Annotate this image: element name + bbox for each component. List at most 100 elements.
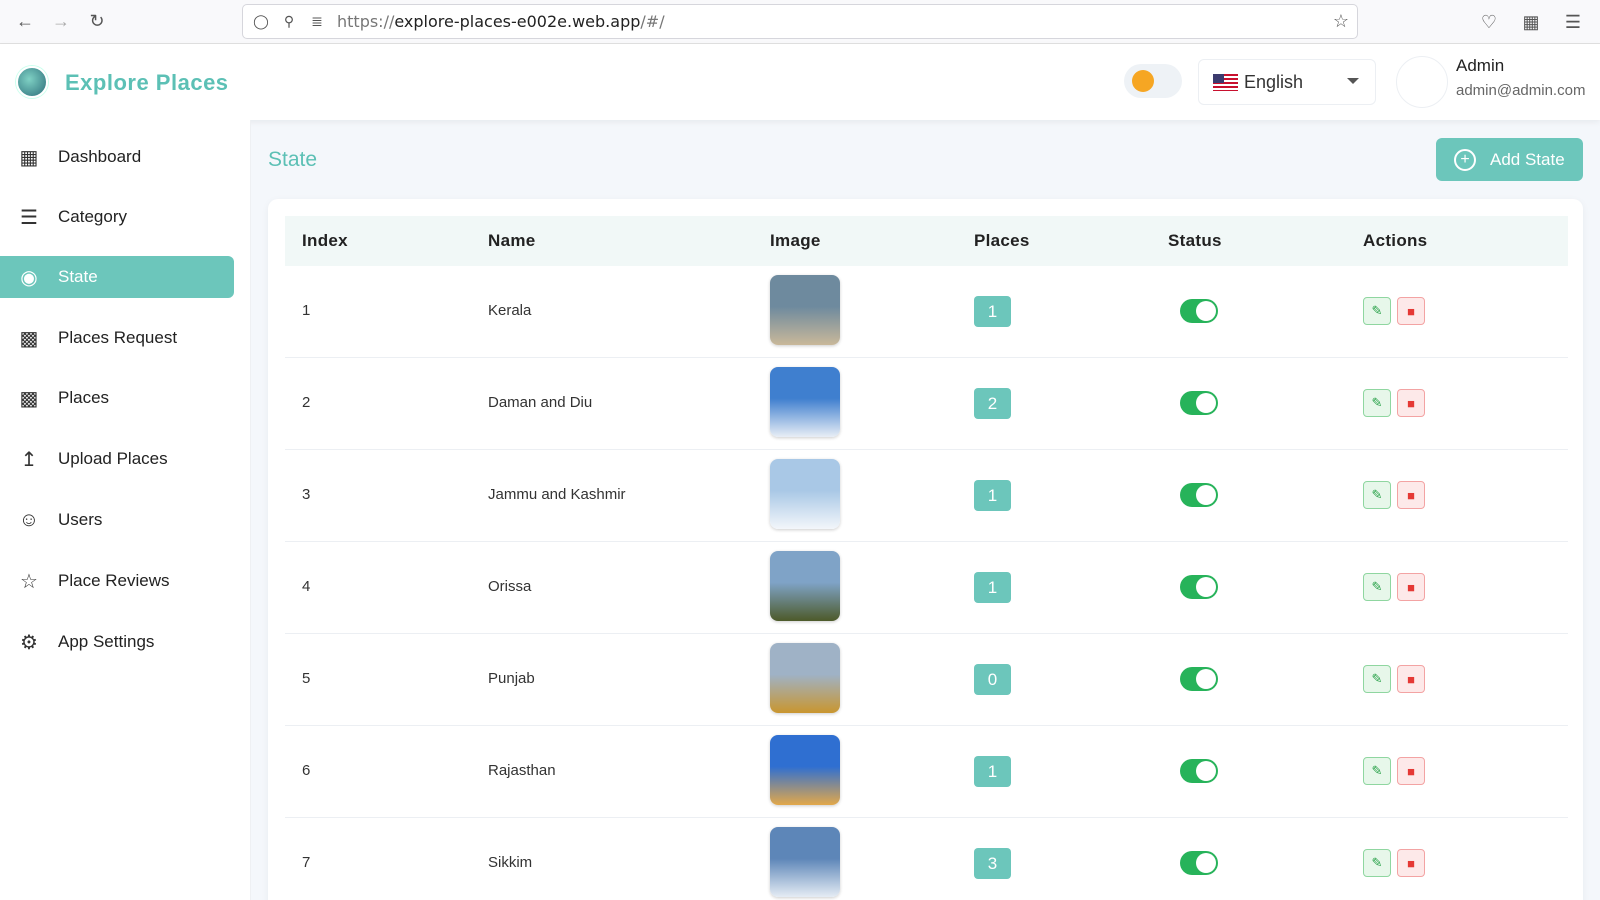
delete-button[interactable]: ■: [1397, 849, 1425, 877]
pencil-icon: ✎: [1371, 855, 1383, 870]
add-state-button[interactable]: + Add State: [1436, 138, 1583, 181]
lock-icon: ⚲: [283, 13, 295, 29]
theme-toggle[interactable]: [1124, 64, 1182, 98]
places-count-badge: 1: [974, 572, 1011, 603]
users-icon: ☺: [18, 508, 40, 531]
pencil-icon: ✎: [1371, 671, 1383, 686]
edit-button[interactable]: ✎: [1363, 665, 1391, 693]
sidebar-item-upload-places[interactable]: ↥ Upload Places: [0, 438, 234, 480]
status-toggle[interactable]: [1180, 391, 1218, 415]
map-pin-icon: ◉: [20, 266, 38, 289]
chevron-down-icon: [1347, 78, 1359, 84]
status-toggle[interactable]: [1180, 575, 1218, 599]
row-name: Rajasthan: [488, 762, 556, 779]
sidebar-item-state[interactable]: ◉ State: [0, 256, 234, 298]
row-index: 2: [302, 394, 311, 411]
app-header: Explore Places English Admin admin@admin…: [0, 44, 1600, 120]
column-header-actions: Actions: [1363, 231, 1428, 250]
places-count-badge: 1: [974, 480, 1011, 511]
delete-button[interactable]: ■: [1397, 665, 1425, 693]
trash-icon: ■: [1407, 487, 1415, 503]
avatar[interactable]: [1396, 56, 1448, 108]
brand-name: Explore Places: [65, 70, 229, 95]
delete-button[interactable]: ■: [1397, 757, 1425, 785]
table-row: 6 Rajasthan 1 ✎ ■: [285, 726, 1568, 818]
places-count-badge: 3: [974, 848, 1011, 879]
pencil-icon: ✎: [1371, 579, 1383, 594]
state-image: [770, 827, 840, 897]
delete-button[interactable]: ■: [1397, 481, 1425, 509]
trash-icon: ■: [1407, 855, 1415, 871]
column-header-places: Places: [974, 231, 1030, 250]
table-header: Index Name Image Places Status Actions: [285, 216, 1568, 266]
pocket-icon[interactable]: ♡: [1470, 4, 1508, 40]
row-name: Jammu and Kashmir: [488, 486, 626, 503]
row-name: Orissa: [488, 578, 532, 595]
edit-button[interactable]: ✎: [1363, 481, 1391, 509]
user-email: admin@admin.com: [1456, 82, 1586, 99]
url-text: https://explore-places-e002e.web.app/#/: [337, 12, 665, 31]
plus-circle-icon: +: [1454, 148, 1476, 171]
delete-button[interactable]: ■: [1397, 297, 1425, 325]
status-toggle[interactable]: [1180, 759, 1218, 783]
row-name: Punjab: [488, 670, 535, 687]
row-index: 6: [302, 762, 311, 779]
address-bar[interactable]: ◯ ⚲ ≣ https://explore-places-e002e.web.a…: [242, 4, 1358, 39]
city-icon: ▩: [19, 327, 39, 350]
edit-button[interactable]: ✎: [1363, 757, 1391, 785]
sidebar-item-places[interactable]: ▩ Places: [0, 377, 234, 419]
sidebar-item-places-request[interactable]: ▩ Places Request: [0, 317, 234, 359]
sidebar-item-category[interactable]: ☰ Category: [0, 196, 234, 238]
app-logo: [16, 66, 48, 98]
page-title: State: [268, 148, 318, 171]
places-count-badge: 0: [974, 664, 1011, 695]
sidebar-item-place-reviews[interactable]: ☆ Place Reviews: [0, 560, 234, 602]
status-toggle[interactable]: [1180, 483, 1218, 507]
sidebar-item-dashboard[interactable]: ▦ Dashboard: [0, 136, 234, 178]
status-toggle[interactable]: [1180, 851, 1218, 875]
edit-button[interactable]: ✎: [1363, 389, 1391, 417]
table-row: 7 Sikkim 3 ✎ ■: [285, 818, 1568, 900]
upload-icon: ↥: [20, 448, 38, 471]
pencil-icon: ✎: [1371, 487, 1383, 502]
edit-button[interactable]: ✎: [1363, 849, 1391, 877]
language-label: English: [1244, 71, 1304, 92]
edit-button[interactable]: ✎: [1363, 297, 1391, 325]
city-icon: ▩: [19, 387, 39, 410]
permissions-icon[interactable]: ≣: [303, 13, 331, 30]
delete-button[interactable]: ■: [1397, 389, 1425, 417]
column-header-index: Index: [302, 231, 348, 250]
menu-icon[interactable]: ☰: [1554, 4, 1592, 40]
extension-icon[interactable]: ▦: [1512, 4, 1550, 40]
back-arrow-icon[interactable]: ←: [7, 4, 43, 40]
state-image: [770, 275, 840, 345]
sidebar: ▦ Dashboard ☰ Category ◉ State ▩ Places …: [0, 120, 251, 900]
bookmark-star-icon[interactable]: ☆: [1333, 11, 1349, 32]
places-count-badge: 1: [974, 756, 1011, 787]
table-row: 2 Daman and Diu 2 ✎ ■: [285, 358, 1568, 450]
pencil-icon: ✎: [1371, 763, 1383, 778]
star-icon: ☆: [20, 570, 38, 593]
trash-icon: ■: [1407, 303, 1415, 319]
list-icon: ☰: [20, 206, 38, 229]
state-image: [770, 459, 840, 529]
forward-arrow-icon[interactable]: →: [43, 4, 79, 40]
sidebar-item-users[interactable]: ☺ Users: [0, 499, 234, 541]
pencil-icon: ✎: [1371, 395, 1383, 410]
trash-icon: ■: [1407, 763, 1415, 779]
column-header-image: Image: [770, 231, 821, 250]
edit-button[interactable]: ✎: [1363, 573, 1391, 601]
table-row: 1 Kerala 1 ✎ ■: [285, 266, 1568, 358]
sidebar-item-app-settings[interactable]: ⚙ App Settings: [0, 621, 234, 663]
row-index: 1: [302, 302, 311, 319]
dashboard-icon: ▦: [19, 146, 39, 169]
table-row: 5 Punjab 0 ✎ ■: [285, 634, 1568, 726]
us-flag-icon: [1213, 73, 1238, 91]
language-select[interactable]: English: [1198, 59, 1376, 105]
status-toggle[interactable]: [1180, 299, 1218, 323]
status-toggle[interactable]: [1180, 667, 1218, 691]
reload-icon[interactable]: ↻: [79, 4, 115, 40]
row-index: 7: [302, 854, 311, 871]
delete-button[interactable]: ■: [1397, 573, 1425, 601]
row-name: Sikkim: [488, 854, 533, 871]
